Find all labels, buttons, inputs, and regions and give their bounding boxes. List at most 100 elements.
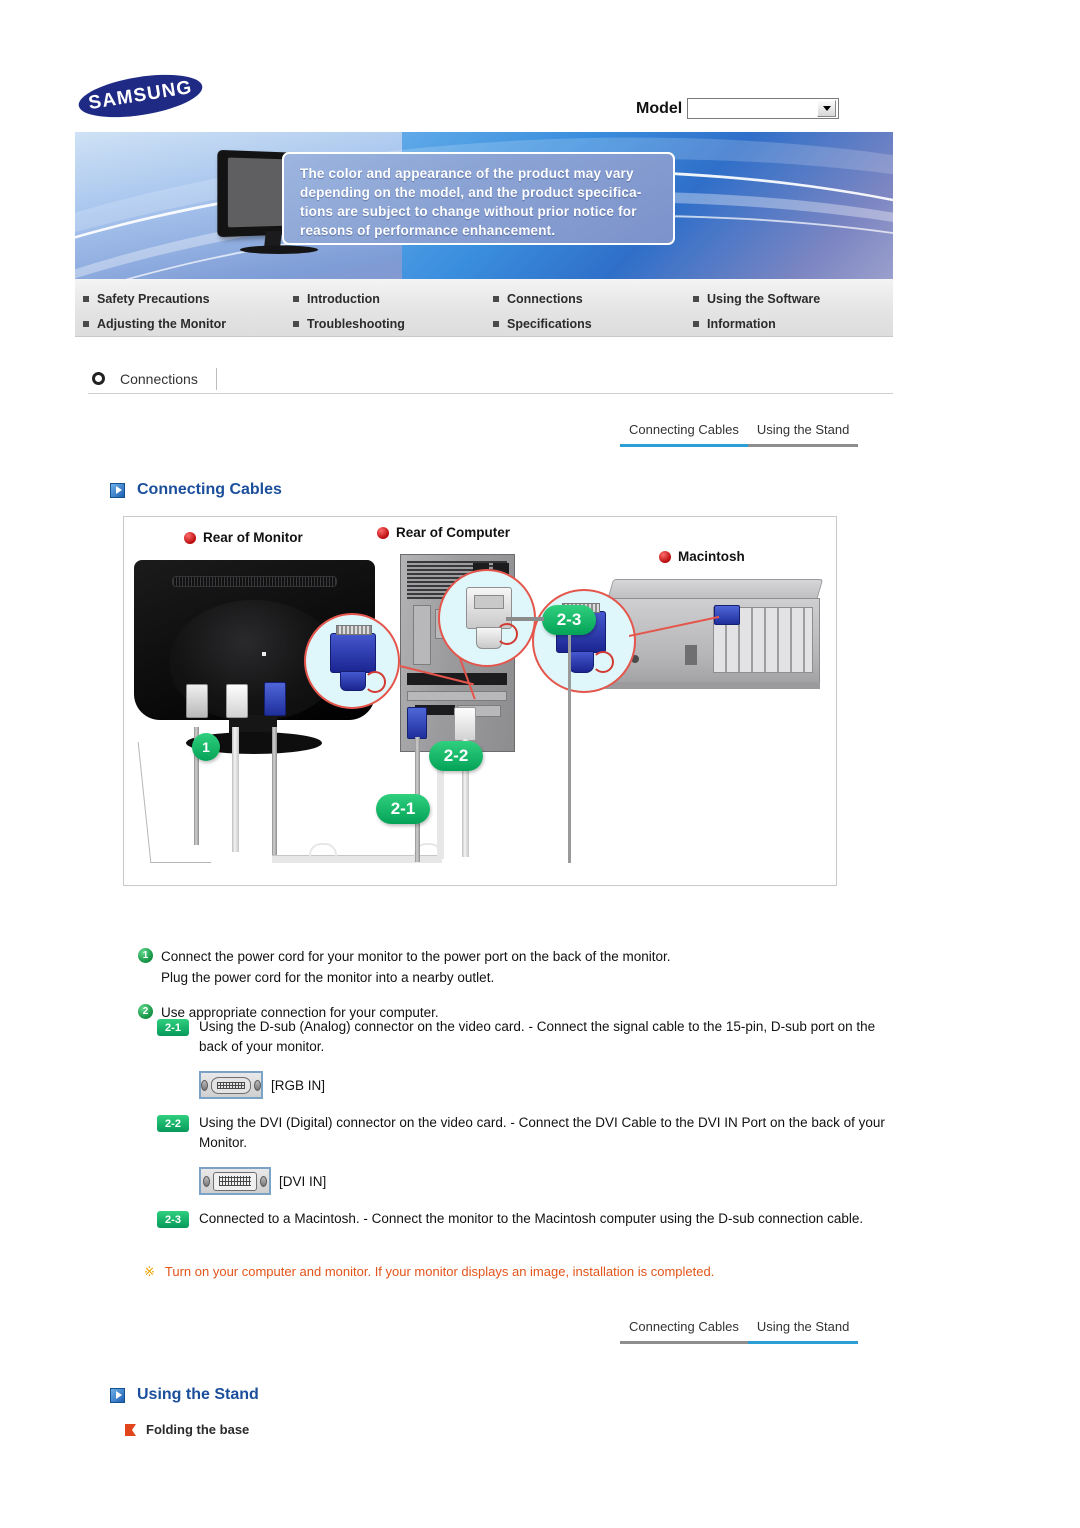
step-number-badge: 2 xyxy=(138,1004,153,1019)
page-title-using-the-stand: Using the Stand xyxy=(110,1386,259,1404)
notice-line-4: reasons of performance enhancement. xyxy=(300,223,556,238)
reference-mark-icon: ※ xyxy=(144,1264,155,1279)
zoom-bubble-monitor-dsub xyxy=(304,613,400,709)
cable-run-vertical xyxy=(437,757,444,859)
step-number-badge: 1 xyxy=(138,948,153,963)
sub-instruction-line: Connected to a Macintosh. xyxy=(199,1211,360,1226)
nav-item-connections[interactable]: Connections xyxy=(493,286,693,311)
page-root: SAMSUNG Model The color and appearance o… xyxy=(0,0,1080,1528)
page-title-text: Using the Stand xyxy=(137,1386,259,1403)
rgb-in-port-row: [RGB IN] xyxy=(199,1071,897,1099)
square-bullet-icon xyxy=(493,295,499,302)
diagram-label-text: Macintosh xyxy=(678,549,745,564)
sub-instruction-text: Using the DVI (Digital) connector on the… xyxy=(199,1113,897,1153)
section-tabs-top: Connecting Cables Using the Stand xyxy=(620,421,859,447)
breadcrumb-section-label: Connections xyxy=(120,367,217,390)
rgb-in-caption: [RGB IN] xyxy=(271,1077,326,1093)
nav-label: Safety Precautions xyxy=(97,291,210,306)
square-bullet-icon xyxy=(693,320,699,327)
tab-using-the-stand-top[interactable]: Using the Stand xyxy=(747,421,859,447)
square-bullet-icon xyxy=(293,320,299,327)
nav-item-safety-precautions[interactable]: Safety Precautions xyxy=(83,286,293,311)
page-title-text: Connecting Cables xyxy=(137,481,282,498)
subsection-label: Folding the base xyxy=(146,1422,250,1437)
nav-item-information[interactable]: Information xyxy=(693,311,893,336)
instruction-line: Plug the power cord for the monitor into… xyxy=(161,970,495,985)
tab-label: Using the Stand xyxy=(756,1319,850,1334)
nav-label: Introduction xyxy=(307,291,380,306)
dvi-port-icon xyxy=(199,1167,271,1195)
sub-step-badge: 2-2 xyxy=(157,1115,189,1132)
dsub-cable xyxy=(272,727,277,862)
red-dot-icon xyxy=(659,550,671,563)
nav-item-adjusting-the-monitor[interactable]: Adjusting the Monitor xyxy=(83,311,293,336)
nav-item-introduction[interactable]: Introduction xyxy=(293,286,493,311)
red-dot-icon xyxy=(377,526,389,539)
sub-instruction-text: Connected to a Macintosh. - Connect the … xyxy=(199,1209,863,1229)
page-title-connecting-cables: Connecting Cables xyxy=(110,481,282,499)
diagram-badge-2-3: 2-3 xyxy=(542,605,596,635)
diagram-label-macintosh: Macintosh xyxy=(659,549,745,564)
model-selector[interactable]: Model xyxy=(636,98,840,119)
chevron-down-icon[interactable] xyxy=(817,100,837,117)
tab-label: Connecting Cables xyxy=(629,422,739,437)
samsung-logo: SAMSUNG xyxy=(75,67,206,125)
nav-label: Adjusting the Monitor xyxy=(97,316,227,331)
mac-cable xyxy=(568,635,571,863)
nav-label: Information xyxy=(707,316,776,331)
sub-instruction-line: Using the D-sub (Analog) connector on th… xyxy=(199,1019,525,1034)
nav-item-troubleshooting[interactable]: Troubleshooting xyxy=(293,311,493,336)
red-dot-icon xyxy=(184,531,196,544)
sub-step-badge: 2-3 xyxy=(157,1211,189,1228)
connection-diagram: Rear of Monitor Rear of Computer Macinto… xyxy=(123,516,837,886)
subsection-folding-the-base: Folding the base xyxy=(125,1422,249,1437)
diagram-label-text: Rear of Monitor xyxy=(203,530,303,545)
diagram-label-rear-of-monitor: Rear of Monitor xyxy=(184,530,303,545)
dvi-in-port-row: [DVI IN] xyxy=(199,1167,897,1195)
instruction-line: Connect the power cord for your monitor … xyxy=(161,949,671,964)
sub-step-badge: 2-1 xyxy=(157,1019,189,1036)
breadcrumb: Connections xyxy=(88,365,893,394)
instruction-text: Connect the power cord for your monitor … xyxy=(161,946,671,988)
diagram-badge-2-2: 2-2 xyxy=(429,741,483,771)
sub-instruction-text: Using the D-sub (Analog) connector on th… xyxy=(199,1017,897,1057)
diagram-badge-2-1: 2-1 xyxy=(376,794,430,824)
nav-label: Troubleshooting xyxy=(307,316,405,331)
tower-dvi-plug xyxy=(454,707,476,741)
tab-connecting-cables-bottom[interactable]: Connecting Cables xyxy=(620,1318,748,1344)
play-arrow-icon xyxy=(110,482,125,498)
notice-line-3: tions are subject to change without prio… xyxy=(300,204,637,219)
sub-instruction-2-1: 2-1 Using the D-sub (Analog) connector o… xyxy=(157,1017,897,1099)
completion-note-text: Turn on your computer and monitor. If yo… xyxy=(164,1264,715,1279)
square-bullet-icon xyxy=(83,320,89,327)
dsub-port-icon xyxy=(199,1071,263,1099)
dvi-in-caption: [DVI IN] xyxy=(279,1173,327,1189)
logo-text: SAMSUNG xyxy=(87,76,194,115)
orange-arrow-icon xyxy=(125,1423,136,1436)
hero-banner: The color and appearance of the product … xyxy=(75,132,893,279)
sub-instruction-2-2: 2-2 Using the DVI (Digital) connector on… xyxy=(157,1113,897,1195)
diagram-badge-1: 1 xyxy=(192,733,220,761)
tab-using-the-stand-bottom[interactable]: Using the Stand xyxy=(747,1318,859,1344)
dvi-cable xyxy=(232,727,239,852)
circle-marker-icon xyxy=(92,372,105,385)
nav-label: Specifications xyxy=(507,316,592,331)
tab-connecting-cables-top[interactable]: Connecting Cables xyxy=(620,421,748,447)
sub-instruction-2-3: 2-3 Connected to a Macintosh. - Connect … xyxy=(157,1209,897,1229)
play-arrow-icon xyxy=(110,1387,125,1403)
sub-instruction-line: - Connect the monitor to the Macintosh c… xyxy=(363,1211,864,1226)
nav-item-specifications[interactable]: Specifications xyxy=(493,311,693,336)
square-bullet-icon xyxy=(293,295,299,302)
cable-loop-a xyxy=(309,843,337,859)
model-label: Model xyxy=(636,99,683,117)
nav-item-using-the-software[interactable]: Using the Software xyxy=(693,286,893,311)
tab-label: Connecting Cables xyxy=(629,1319,739,1334)
nav-label: Connections xyxy=(507,291,583,306)
completion-note: ※ Turn on your computer and monitor. If … xyxy=(144,1262,714,1281)
square-bullet-icon xyxy=(493,320,499,327)
sub-instruction-line: Using the DVI (Digital) connector on the… xyxy=(199,1115,507,1130)
section-tabs-bottom: Connecting Cables Using the Stand xyxy=(620,1318,859,1344)
model-dropdown[interactable] xyxy=(687,98,840,119)
main-nav: Safety Precautions Introduction Connecti… xyxy=(75,279,893,337)
diagram-label-rear-of-computer: Rear of Computer xyxy=(377,525,510,540)
